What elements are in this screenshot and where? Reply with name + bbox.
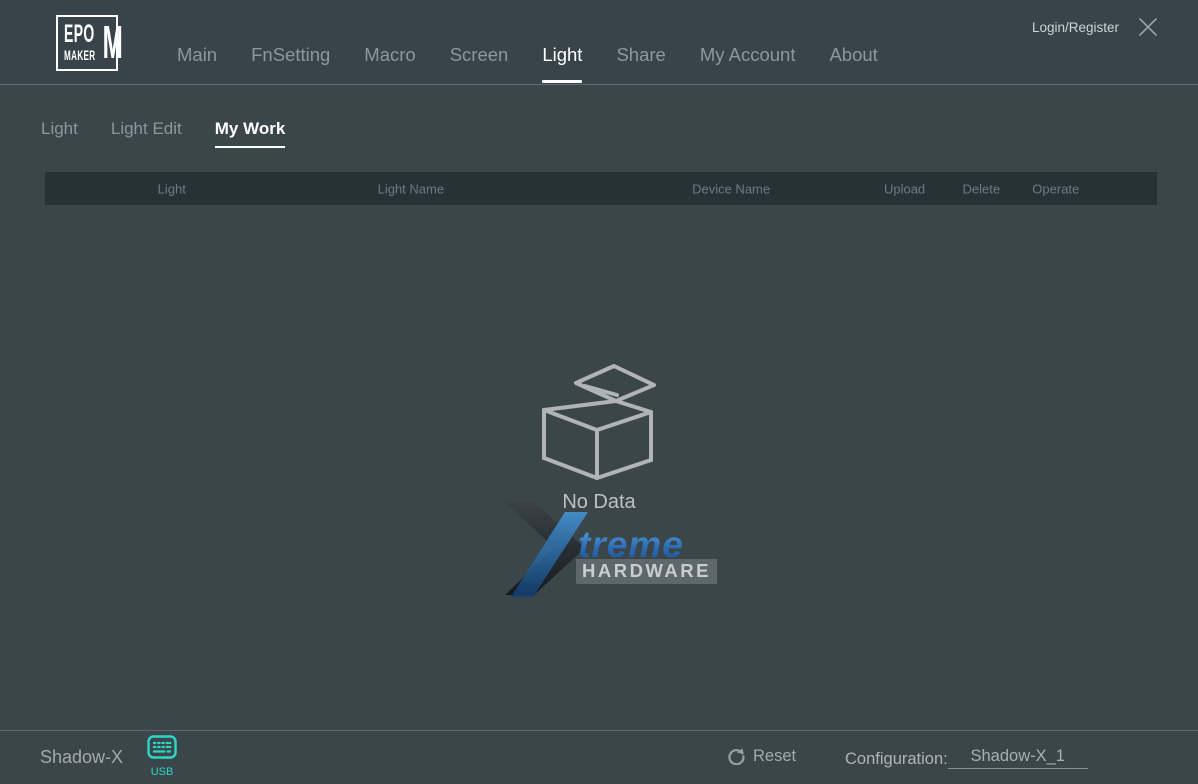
configuration-label: Configuration: — [845, 750, 948, 769]
nav-tab-fnsetting[interactable]: FnSetting — [251, 44, 330, 86]
subtab-light-edit[interactable]: Light Edit — [111, 119, 182, 148]
column-header-delete: Delete — [963, 181, 1001, 196]
column-header-upload: Upload — [884, 181, 925, 196]
logo-text-maker: MAKER — [64, 48, 96, 63]
reset-label: Reset — [753, 747, 796, 766]
top-right-controls: Login/Register — [1032, 16, 1159, 38]
configuration-input[interactable]: Shadow-X_1 — [948, 747, 1088, 769]
nav-tab-my-account[interactable]: My Account — [700, 44, 796, 86]
configuration-section: Configuration: Shadow-X_1 — [845, 747, 1088, 769]
column-header-operate: Operate — [1032, 181, 1079, 196]
watermark-text-sub: HARDWARE — [576, 559, 717, 584]
light-sub-tabs: Light Light Edit My Work — [0, 85, 1198, 148]
usb-label: USB — [146, 766, 178, 778]
column-header-light: Light — [158, 181, 186, 196]
logo-text-m: M — [103, 16, 123, 70]
xtreme-hardware-watermark: treme HARDWARE — [502, 502, 717, 597]
subtab-my-work[interactable]: My Work — [215, 119, 286, 148]
reset-refresh-icon — [728, 748, 745, 765]
main-nav: Main FnSetting Macro Screen Light Share … — [177, 44, 878, 86]
watermark-text-main: treme — [578, 524, 684, 566]
epomaker-logo: EPO M MAKER — [56, 15, 118, 71]
nav-tab-about[interactable]: About — [829, 44, 877, 86]
column-header-light-name: Light Name — [378, 181, 444, 196]
nav-tab-light[interactable]: Light — [542, 44, 582, 86]
logo-text-epo: EPO — [64, 20, 95, 49]
bottom-status-bar: Shadow-X USB Reset Configuration: Shadow… — [0, 730, 1198, 784]
subtab-light[interactable]: Light — [41, 119, 78, 148]
close-icon[interactable] — [1137, 16, 1159, 38]
login-register-link[interactable]: Login/Register — [1032, 20, 1119, 35]
nav-tab-share[interactable]: Share — [616, 44, 665, 86]
watermark-x-icon — [502, 502, 590, 597]
no-data-message: No Data — [0, 491, 1198, 514]
nav-tab-macro[interactable]: Macro — [364, 44, 415, 86]
empty-state: treme HARDWARE No Data — [0, 355, 1198, 675]
usb-connection-indicator: USB — [146, 735, 178, 778]
table-header: Light Light Name Device Name Upload Dele… — [45, 172, 1157, 205]
column-header-device-name: Device Name — [692, 181, 770, 196]
device-name-label: Shadow-X — [40, 747, 123, 768]
keyboard-icon — [147, 735, 177, 760]
nav-tab-screen[interactable]: Screen — [450, 44, 509, 86]
empty-box-icon — [539, 355, 659, 483]
nav-tab-main[interactable]: Main — [177, 44, 217, 86]
reset-button[interactable]: Reset — [728, 747, 796, 766]
epomaker-driver-app: EPO M MAKER Main FnSetting Macro Screen … — [0, 0, 1198, 784]
top-bar: EPO M MAKER Main FnSetting Macro Screen … — [0, 0, 1198, 85]
